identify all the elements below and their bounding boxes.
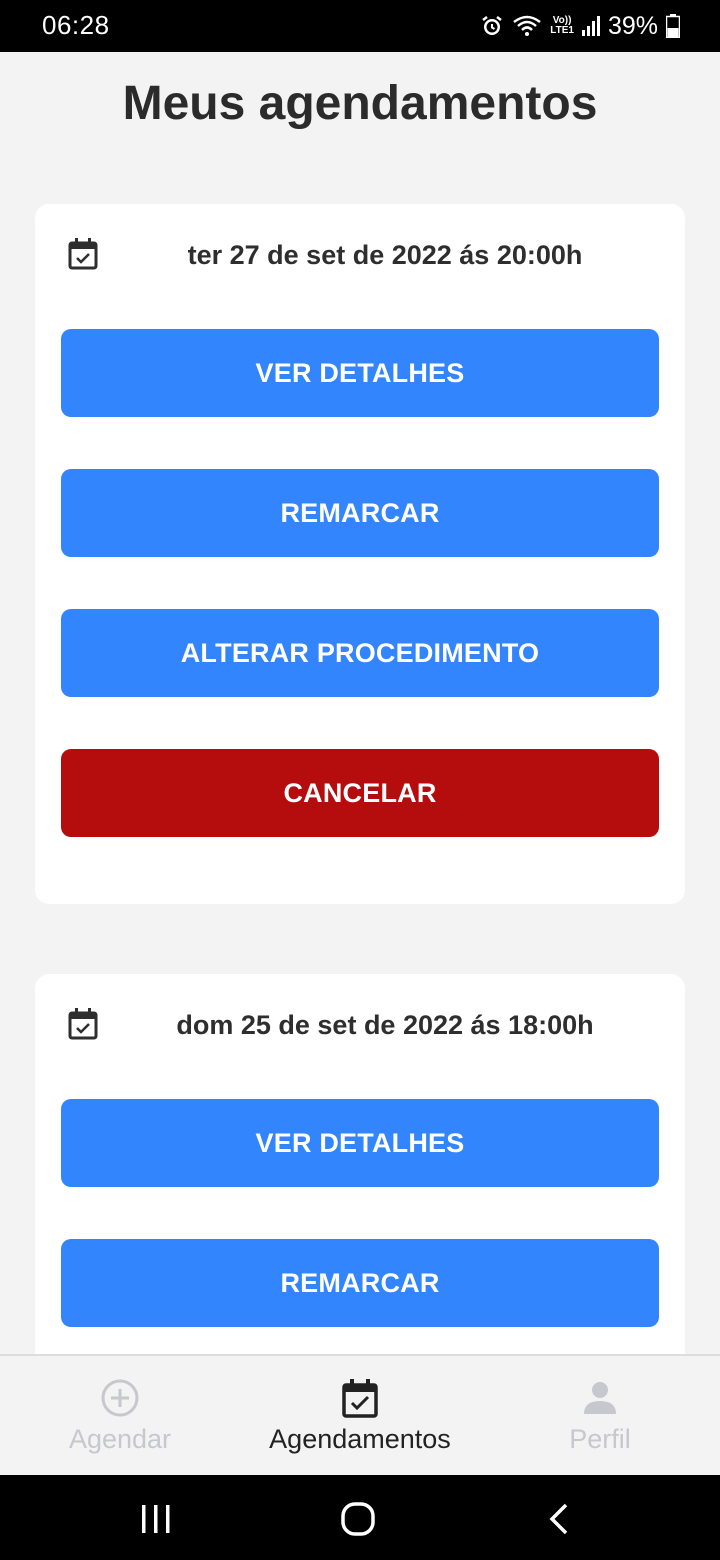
lte-icon: Vo)) LTE1 [550, 16, 574, 36]
tab-label: Agendamentos [269, 1424, 451, 1454]
wifi-icon [512, 14, 542, 38]
view-details-button[interactable]: VER DETALHES [61, 1099, 659, 1187]
appointment-header: ter 27 de set de 2022 ás 20:00h [35, 232, 685, 280]
recent-apps-icon[interactable] [134, 1497, 178, 1541]
system-nav-bar [0, 1475, 720, 1560]
cancel-button[interactable]: CANCELAR [61, 749, 659, 837]
alarm-icon [480, 14, 504, 38]
battery-icon [666, 14, 680, 38]
person-icon [584, 1382, 616, 1414]
reschedule-button[interactable]: REMARCAR [61, 1239, 659, 1327]
tab-label: Agendar [68, 1424, 172, 1454]
appointment-card: ter 27 de set de 2022 ás 20:00h VER DETA… [35, 204, 685, 904]
calendar-check-icon [68, 238, 98, 270]
reschedule-button[interactable]: REMARCAR [61, 469, 659, 557]
calendar-check-icon [342, 1379, 378, 1418]
status-icons: Vo)) LTE1 39% [480, 8, 680, 44]
appointment-date: dom 25 de set de 2022 ás 18:00h [176, 1010, 594, 1040]
battery-percent: 39% [607, 11, 658, 40]
tab-agendamentos[interactable]: Agendamentos [240, 1356, 480, 1477]
appointment-card: dom 25 de set de 2022 ás 18:00h VER DETA… [35, 974, 685, 1354]
appointments-list[interactable]: ter 27 de set de 2022 ás 20:00h VER DETA… [0, 160, 720, 1354]
status-bar: 06:28 Vo)) LTE1 39% [0, 0, 720, 52]
view-details-button[interactable]: VER DETALHES [61, 329, 659, 417]
bottom-tab-bar: Agendar Agendamentos Perfil [0, 1354, 720, 1477]
tab-label: Perfil [569, 1424, 631, 1454]
signal-icon [581, 15, 600, 37]
appointment-header: dom 25 de set de 2022 ás 18:00h [35, 1002, 685, 1050]
appointment-date: ter 27 de set de 2022 ás 20:00h [187, 240, 583, 270]
home-icon[interactable] [336, 1497, 380, 1541]
back-icon[interactable] [538, 1497, 582, 1541]
calendar-check-icon [68, 1008, 98, 1040]
change-procedure-button[interactable]: ALTERAR PROCEDIMENTO [61, 609, 659, 697]
status-time: 06:28 [42, 10, 110, 40]
add-circle-icon [101, 1379, 139, 1417]
tab-perfil[interactable]: Perfil [480, 1356, 720, 1477]
tab-agendar[interactable]: Agendar [0, 1356, 240, 1477]
page-title: Meus agendamentos [122, 77, 598, 130]
lte-bottom-label: LTE1 [550, 25, 574, 36]
